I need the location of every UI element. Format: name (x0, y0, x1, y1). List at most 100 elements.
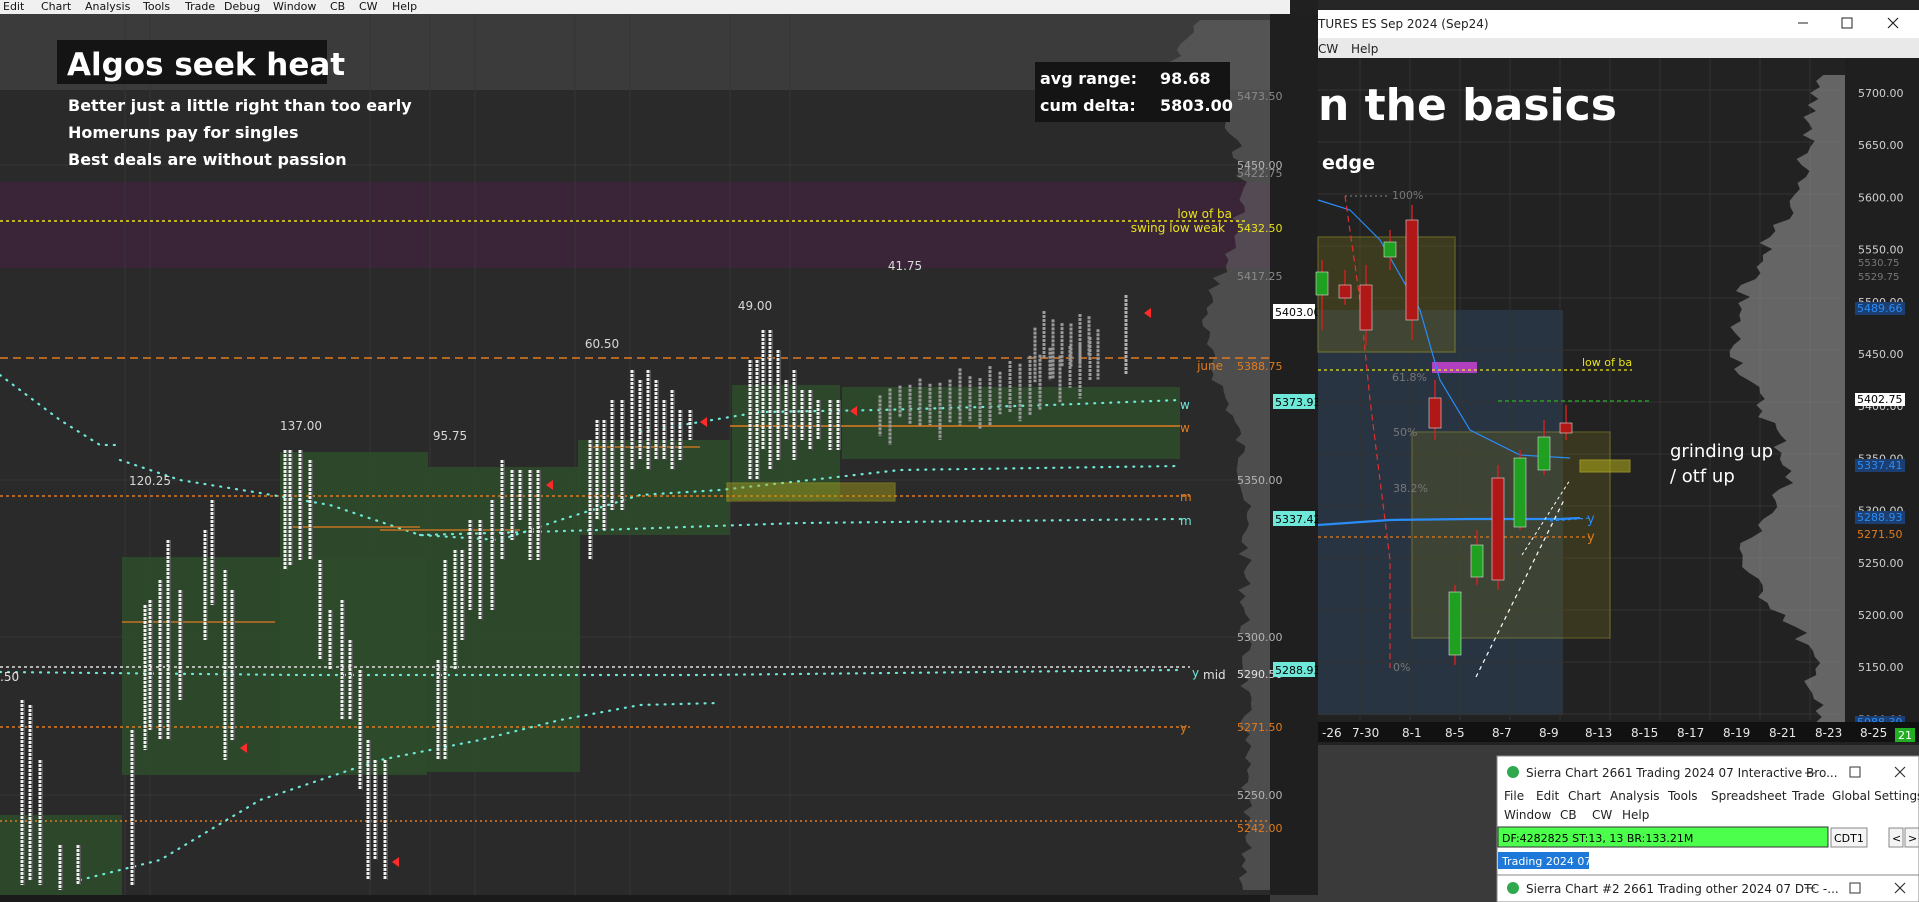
right-price-badge: 5489.66 (1857, 302, 1903, 315)
popup-menu-item[interactable]: CW (1592, 808, 1612, 822)
level-label: y (1180, 721, 1187, 735)
sierra-popup-window: Sierra Chart 2661 Trading 2024 07 Intera… (1496, 755, 1919, 902)
right-small-yellow-box (1579, 459, 1631, 473)
price-badge: 5403.00 (1273, 304, 1321, 319)
menu-item-trade[interactable]: Trade (184, 0, 215, 13)
date-label: 8-1 (1402, 726, 1422, 740)
price-badge: 5373.93 (1273, 394, 1321, 409)
level-label: y (1192, 666, 1199, 680)
price-axis-label: 5350.00 (1237, 474, 1283, 487)
corner-badge: 21 (1898, 729, 1912, 742)
right-price-badge: 5337.41 (1857, 459, 1903, 472)
menu-item-debug[interactable]: Debug (224, 0, 260, 13)
title-text: Algos seek heat (67, 47, 345, 83)
price-axis-label: 5271.50 (1237, 721, 1283, 734)
quote-line: Homeruns pay for singles (68, 123, 299, 142)
popup-menu-item[interactable]: Help (1622, 808, 1649, 822)
annotation-line: / otf up (1670, 466, 1735, 487)
right-window-title: TURES ES Sep 2024 (Sep24) (1317, 17, 1489, 31)
right-axis-label: 5600.00 (1858, 191, 1904, 204)
level-label: w (1180, 398, 1190, 412)
level-label: m (1180, 490, 1192, 504)
swing-label: 120.25 (129, 474, 171, 488)
fib-label: 50% (1393, 426, 1417, 439)
desktop-strip (1270, 895, 1320, 902)
date-label: 8-13 (1585, 726, 1612, 740)
right-menu-item-cw[interactable]: CW (1318, 42, 1338, 56)
price-axis-label: 5473.50 (1237, 90, 1283, 103)
price-axis-label: 5417.25 (1237, 270, 1283, 283)
level-label: .50 (0, 670, 19, 684)
popup-menu-item[interactable]: Spreadsheet (1711, 789, 1787, 803)
menu-item-analysis[interactable]: Analysis (85, 0, 131, 13)
price-badge-text: 5403.00 (1275, 306, 1321, 319)
magenta-zone (0, 182, 1270, 268)
stat-label: cum delta: (1040, 96, 1136, 115)
level-letter: y (1587, 512, 1595, 527)
left-time-axis (0, 895, 1270, 902)
right-axis-label: 5250.00 (1858, 557, 1904, 570)
stat-value: 98.68 (1160, 69, 1211, 88)
quote-line: Best deals are without passion (68, 150, 347, 169)
popup-menu-item[interactable]: Tools (1667, 789, 1698, 803)
candle-body (1428, 397, 1442, 429)
swing-label: 49.00 (738, 299, 772, 313)
candle-body (1315, 271, 1329, 296)
menu-item-help[interactable]: Help (392, 0, 417, 13)
menu-item-cb[interactable]: CB (330, 0, 345, 13)
right-menu-item-help[interactable]: Help (1351, 42, 1378, 56)
popup-menu-item[interactable]: Analysis (1610, 789, 1659, 803)
date-label: 8-19 (1723, 726, 1750, 740)
price-axis-label: 5388.75 (1237, 360, 1283, 373)
right-magenta-box (1432, 362, 1477, 373)
value-area-zone (578, 440, 730, 535)
candle-body (1448, 591, 1462, 656)
candle-body (1383, 241, 1397, 258)
popup-menu-item[interactable]: File (1504, 789, 1524, 803)
swing-label: 60.50 (585, 337, 619, 351)
timezone-label: CDT1 (1834, 832, 1864, 845)
swing-label: 95.75 (433, 429, 467, 443)
candle-body (1491, 477, 1505, 581)
date-label: 8-15 (1631, 726, 1658, 740)
fib-label: 100% (1392, 189, 1423, 202)
popup-menu-item[interactable]: Global Settings (1832, 789, 1919, 803)
right-axis-label: 5150.00 (1858, 661, 1904, 674)
right-faint-price: 5530.75 (1858, 258, 1899, 269)
menu-item-chart[interactable]: Chart (41, 0, 72, 13)
date-label: 8-9 (1539, 726, 1559, 740)
popup-menu-item[interactable]: Trade (1791, 789, 1825, 803)
stat-label: avg range: (1040, 69, 1137, 88)
screen-canvas: Edit Chart Analysis Tools Trade Debug Window CB… (0, 0, 1919, 902)
candle-body (1405, 219, 1419, 321)
popup-title: Sierra Chart 2661 Trading 2024 07 Intera… (1526, 766, 1838, 780)
right-axis-label: 5200.00 (1858, 609, 1904, 622)
price-badge-text: 5337.42 (1275, 513, 1321, 526)
menu-item-edit[interactable]: Edit (3, 0, 25, 13)
quote-line: Better just a little right than too earl… (68, 96, 412, 115)
fib-label: 38.2% (1393, 482, 1428, 495)
right-chart-window: TURES ES Sep 2024 (Sep24) CW Help n the bas… (1315, 0, 1919, 745)
right-axis-label: 5550.00 (1858, 244, 1904, 257)
popup-menu-item[interactable]: CB (1560, 808, 1577, 822)
price-badge-text: 5373.93 (1275, 396, 1321, 409)
second-popup-title: Sierra Chart #2 2661 Trading other 2024 … (1526, 882, 1839, 896)
date-label: 8-7 (1492, 726, 1512, 740)
popup-menu-item[interactable]: Chart (1568, 789, 1601, 803)
popup-menu-item[interactable]: Edit (1536, 789, 1560, 803)
level-label: swing low weak (1131, 221, 1225, 235)
popup-menu-item[interactable]: Window (1504, 808, 1552, 822)
level-label: mid (1203, 668, 1226, 682)
menu-item-window[interactable]: Window (273, 0, 316, 13)
annotation-line: grinding up (1670, 441, 1773, 462)
yellow-highlight-box (726, 482, 896, 502)
price-badge: 5337.42 (1273, 511, 1321, 526)
right-price-axis (1845, 58, 1919, 725)
price-axis-label: 5300.00 (1237, 631, 1283, 644)
desktop: Edit Chart Analysis Tools Trade Debug Window CB… (0, 0, 1919, 902)
price-axis-label: 5432.50 (1237, 222, 1283, 235)
menu-item-cw[interactable]: CW (359, 0, 378, 13)
date-label: 8-5 (1445, 726, 1465, 740)
menu-item-tools[interactable]: Tools (142, 0, 170, 13)
sierra-chart-logo-icon (1507, 766, 1519, 778)
